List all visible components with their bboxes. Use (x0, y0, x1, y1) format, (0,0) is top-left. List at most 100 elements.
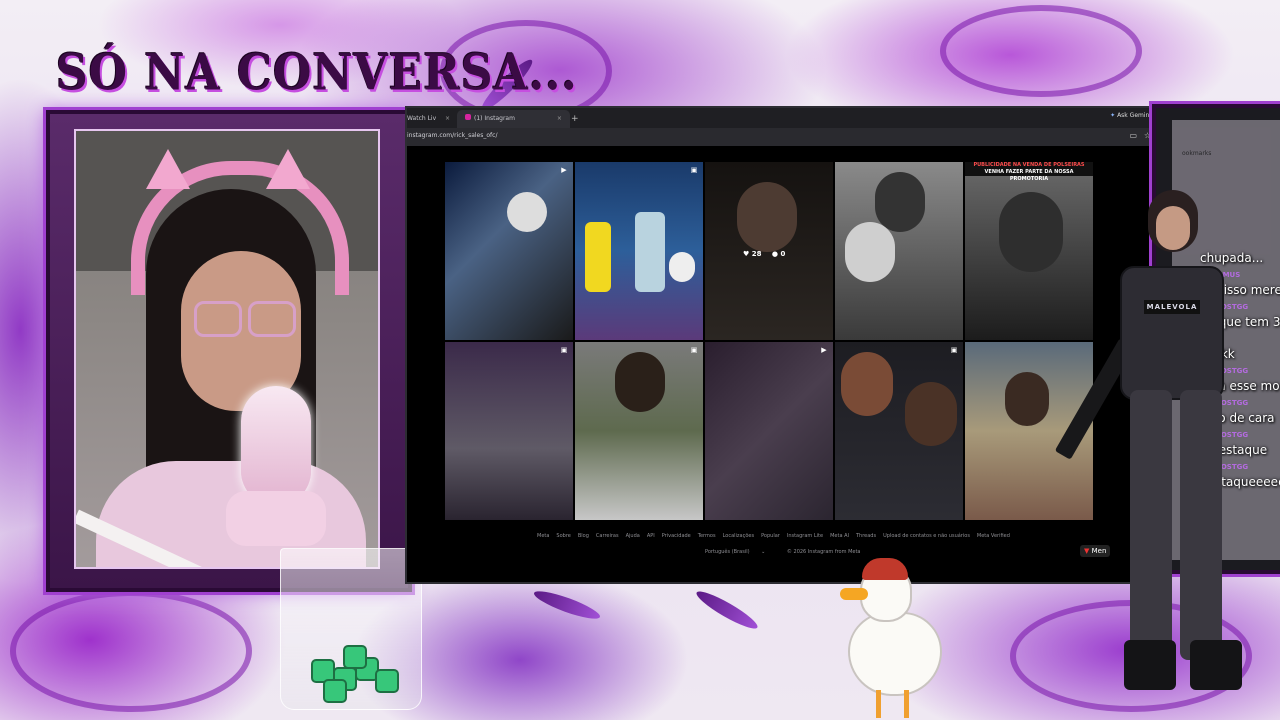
tab-watch-live[interactable]: Watch Liv (407, 110, 436, 128)
browser-tab-bar: Watch Liv × (1) Instagram × + ✦ Ask Gemi… (407, 108, 1157, 128)
footer-link[interactable]: Meta AI (830, 533, 849, 539)
footer-link[interactable]: Popular (761, 533, 780, 539)
character-leg (1180, 390, 1222, 660)
microphone-mount (226, 491, 326, 546)
instagram-post-grid: ▶ ▣ ♥ 28 ● 0 PUBLICIDADE NA VENDA DE POL… (445, 162, 1093, 520)
post-banner-line2: VENHA FAZER PARTE DA NOSSA PROMOTORIA (984, 169, 1074, 182)
menu-icon: ▼ (1084, 547, 1090, 555)
post-face (845, 222, 895, 282)
webcam-feed (74, 129, 380, 569)
language-selector[interactable]: Português (Brasil) ⌄ (705, 549, 775, 555)
footer-link[interactable]: Meta Verified (977, 533, 1010, 539)
star-icon[interactable]: ☆ (1144, 131, 1151, 140)
comment-count: 0 (780, 250, 786, 258)
ask-gemini-button[interactable]: ✦ Ask Gemini (1110, 112, 1151, 119)
gummy-candy (323, 679, 347, 703)
carousel-icon: ▣ (950, 346, 958, 354)
ask-gemini-label: Ask Gemini (1117, 112, 1151, 119)
footer-link[interactable]: Blog (578, 533, 589, 539)
copyright-text: © 2026 Instagram from Meta (786, 549, 861, 555)
cast-icon[interactable]: ▭ (1129, 131, 1137, 140)
duck-leg (876, 690, 881, 718)
carousel-icon: ▣ (560, 346, 568, 354)
browser-window: Watch Liv × (1) Instagram × + ✦ Ask Gemi… (405, 106, 1159, 584)
instagram-footer-meta: Português (Brasil) ⌄ © 2026 Instagram fr… (705, 549, 871, 555)
comment-icon: ● (771, 250, 779, 258)
post-face (905, 382, 957, 446)
footer-link[interactable]: Privacidade (662, 533, 691, 539)
post-face (615, 352, 665, 412)
duck-leg (904, 690, 909, 718)
footer-link[interactable]: Meta (537, 533, 549, 539)
cat-ear-left (146, 149, 190, 189)
footer-link[interactable]: Instagram Lite (787, 533, 823, 539)
character-boot (1190, 640, 1242, 690)
like-count: 28 (751, 250, 762, 258)
instagram-post[interactable]: ▣ (835, 342, 963, 520)
cat-ear-right (266, 149, 310, 189)
vest-name-patch: MALEVOLA (1144, 300, 1200, 314)
post-face (999, 192, 1063, 272)
gummy-candy (375, 669, 399, 693)
post-hover-stats: ♥ 28 ● 0 (743, 250, 785, 258)
footer-link[interactable]: Sobre (556, 533, 570, 539)
gummy-candy (343, 645, 367, 669)
tab-instagram-label: (1) Instagram (474, 115, 515, 122)
new-tab-button[interactable]: + (571, 110, 579, 128)
url-text[interactable]: instagram.com/rick_sales_ofc/ (407, 132, 497, 139)
character-leg (1130, 390, 1172, 660)
post-face (737, 182, 797, 252)
post-banner-line1: PUBLICIDADE NA VENDA DE POLSEIRAS (973, 162, 1085, 168)
footer-link[interactable]: Threads (856, 533, 876, 539)
carousel-icon: ▣ (690, 346, 698, 354)
instagram-icon (465, 114, 471, 120)
duck-beak (840, 588, 868, 600)
gemini-icon: ✦ (1110, 112, 1116, 119)
reel-icon: ▶ (561, 166, 567, 174)
instagram-post[interactable]: ▶ (705, 342, 833, 520)
tab-close-icon[interactable]: × (445, 110, 450, 128)
tactical-vest (1120, 266, 1224, 400)
purple-swirl-decoration (10, 590, 252, 712)
post-face (875, 172, 925, 232)
post-face (841, 352, 893, 416)
instagram-post[interactable]: ▶ (445, 162, 573, 340)
instagram-post-hovered[interactable]: ♥ 28 ● 0 (705, 162, 833, 340)
footer-link[interactable]: Termos (698, 533, 716, 539)
instagram-post[interactable]: PUBLICIDADE NA VENDA DE POLSEIRAS VENHA … (965, 162, 1093, 340)
menu-label: Men (1091, 547, 1107, 555)
footer-link[interactable]: Localizações (723, 533, 755, 539)
instagram-profile-page: ▶ ▣ ♥ 28 ● 0 PUBLICIDADE NA VENDA DE POL… (407, 146, 1157, 582)
glasses-left-lens (194, 301, 242, 337)
tab-instagram[interactable]: (1) Instagram × (457, 110, 570, 128)
tab-close-icon[interactable]: × (557, 115, 562, 122)
microphone (241, 386, 311, 506)
purple-swirl-decoration (940, 5, 1142, 97)
menu-button[interactable]: ▼ Men (1080, 545, 1111, 557)
reel-icon: ▶ (821, 346, 827, 354)
glasses-right-lens (248, 301, 296, 337)
footer-link[interactable]: Carreiras (596, 533, 619, 539)
gummy-cup (280, 548, 422, 710)
tactical-character-art: MALEVOLA (1054, 190, 1270, 700)
character-face (1156, 206, 1190, 250)
address-bar[interactable]: instagram.com/rick_sales_ofc/ ☆ ▭ (407, 128, 1157, 146)
instagram-post[interactable] (835, 162, 963, 340)
duck-cap (862, 558, 908, 580)
carousel-icon: ▣ (690, 166, 698, 174)
instagram-post[interactable]: ▣ (575, 162, 703, 340)
footer-link[interactable]: API (647, 533, 655, 539)
footer-link[interactable]: Upload de contatos e não usuários (883, 533, 970, 539)
overlay-title: SÓ NA CONVERSA... (56, 44, 578, 103)
instagram-footer-links: Meta Sobre Blog Carreiras Ajuda API Privacidad… (537, 533, 1017, 539)
instagram-post[interactable]: ▣ (575, 342, 703, 520)
chevron-down-icon: ⌄ (761, 549, 766, 555)
footer-link[interactable]: Ajuda (626, 533, 640, 539)
duck-body (848, 612, 942, 696)
character-boot (1124, 640, 1176, 690)
post-person-figure (507, 192, 547, 232)
duck-mascot (838, 556, 948, 720)
post-panda-figure (669, 252, 695, 282)
post-game-character (585, 222, 611, 292)
instagram-post[interactable]: ▣ (445, 342, 573, 520)
